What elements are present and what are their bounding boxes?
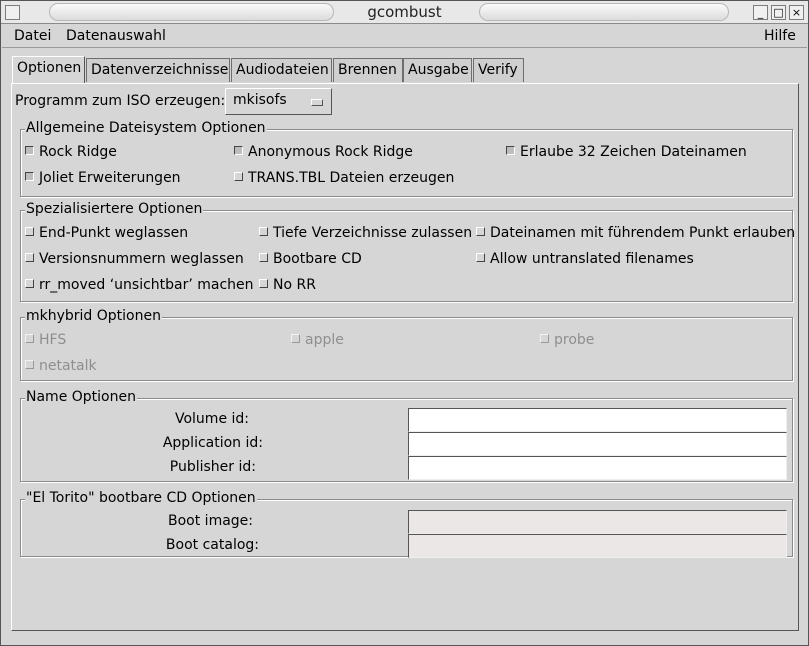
checkbox-icon bbox=[540, 334, 549, 343]
no-rr-checkbox[interactable]: No RR bbox=[259, 277, 316, 293]
tab-optionen[interactable]: Optionen bbox=[12, 56, 85, 84]
deep-directories-checkbox[interactable]: Tiefe Verzeichnisse zulassen bbox=[259, 225, 472, 241]
option-label: Allow untranslated filenames bbox=[490, 251, 694, 267]
mkhybrid-options-group: mkhybrid Optionen bbox=[20, 308, 793, 381]
title-bar[interactable]: gcombust _ □ × bbox=[1, 1, 808, 24]
maximize-icon[interactable]: □ bbox=[771, 5, 786, 20]
el-torito-options-title: "El Torito" bootbare CD Optionen bbox=[25, 490, 257, 506]
checkbox-icon bbox=[476, 253, 485, 262]
checkbox-icon bbox=[25, 227, 34, 236]
filesystem-options-title: Allgemeine Dateisystem Optionen bbox=[25, 120, 267, 136]
option-label: TRANS.TBL Dateien erzeugen bbox=[248, 170, 455, 186]
menu-datei[interactable]: Datei bbox=[14, 28, 51, 44]
rr-moved-hidden-checkbox[interactable]: rr_moved ‘unsichtbar’ machen bbox=[25, 277, 254, 293]
checkbox-icon bbox=[25, 360, 34, 369]
menu-datenauswahl[interactable]: Datenauswahl bbox=[66, 28, 166, 44]
checkbox-icon bbox=[259, 227, 268, 236]
application-window: gcombust _ □ × Datei Datenauswahl Hilfe … bbox=[0, 0, 809, 646]
checkbox-icon bbox=[259, 253, 268, 262]
tab-verify[interactable]: Verify bbox=[473, 58, 524, 82]
joliet-checkbox[interactable]: Joliet Erweiterungen bbox=[25, 170, 181, 186]
boot-catalog-input[interactable] bbox=[408, 534, 787, 558]
hfs-checkbox[interactable]: HFS bbox=[25, 332, 66, 348]
checkbox-icon bbox=[25, 253, 34, 262]
apple-checkbox[interactable]: apple bbox=[291, 332, 344, 348]
tab-ausgabe[interactable]: Ausgabe bbox=[403, 58, 472, 82]
application-id-input[interactable] bbox=[408, 432, 787, 456]
minimize-icon[interactable]: _ bbox=[753, 5, 768, 20]
menu-hilfe[interactable]: Hilfe bbox=[764, 28, 796, 44]
checkbox-icon bbox=[291, 334, 300, 343]
filesystem-options-group: Allgemeine Dateisystem Optionen bbox=[20, 120, 793, 197]
leading-dot-checkbox[interactable]: Dateinamen mit führendem Punkt erlauben bbox=[476, 225, 795, 241]
option-label: probe bbox=[554, 332, 595, 348]
trans-tbl-checkbox[interactable]: TRANS.TBL Dateien erzeugen bbox=[234, 170, 454, 186]
option-menu-indicator-icon bbox=[311, 99, 323, 106]
option-label: No RR bbox=[273, 277, 316, 293]
mkhybrid-options-title: mkhybrid Optionen bbox=[25, 308, 162, 324]
option-label: HFS bbox=[39, 332, 67, 348]
probe-checkbox[interactable]: probe bbox=[540, 332, 594, 348]
checkbox-icon bbox=[259, 279, 268, 288]
publisher-id-label: Publisher id: bbox=[169, 459, 256, 475]
option-label: rr_moved ‘unsichtbar’ machen bbox=[39, 277, 254, 293]
option-label: Tiefe Verzeichnisse zulassen bbox=[273, 225, 473, 241]
checkbox-icon bbox=[506, 146, 515, 155]
application-id-label: Application id: bbox=[162, 435, 263, 451]
specialized-options-title: Spezialisiertere Optionen bbox=[25, 201, 204, 217]
boot-image-input[interactable] bbox=[408, 510, 787, 534]
omit-version-checkbox[interactable]: Versionsnummern weglassen bbox=[25, 251, 244, 267]
option-label: netatalk bbox=[39, 358, 97, 374]
checkbox-icon bbox=[234, 172, 243, 181]
option-label: apple bbox=[305, 332, 344, 348]
end-point-checkbox[interactable]: End-Punkt weglassen bbox=[25, 225, 188, 241]
anonymous-rock-ridge-checkbox[interactable]: Anonymous Rock Ridge bbox=[234, 144, 413, 160]
rock-ridge-checkbox[interactable]: Rock Ridge bbox=[25, 144, 117, 160]
option-label: Rock Ridge bbox=[39, 144, 117, 160]
tab-audiodateien[interactable]: Audiodateien bbox=[231, 58, 332, 82]
bootable-cd-checkbox[interactable]: Bootbare CD bbox=[259, 251, 362, 267]
window-title: gcombust bbox=[367, 3, 442, 21]
option-label: Erlaube 32 Zeichen Dateinamen bbox=[520, 144, 747, 160]
option-label: Versionsnummern weglassen bbox=[39, 251, 244, 267]
32-char-filenames-checkbox[interactable]: Erlaube 32 Zeichen Dateinamen bbox=[506, 144, 747, 160]
checkbox-icon bbox=[25, 279, 34, 288]
option-label: Dateinamen mit führendem Punkt erlauben bbox=[490, 225, 796, 241]
publisher-id-input[interactable] bbox=[408, 456, 787, 480]
tab-brennen[interactable]: Brennen bbox=[333, 58, 403, 82]
name-options-title: Name Optionen bbox=[25, 389, 137, 405]
checkbox-icon bbox=[25, 334, 34, 343]
netatalk-checkbox[interactable]: netatalk bbox=[25, 358, 97, 374]
untranslated-filenames-checkbox[interactable]: Allow untranslated filenames bbox=[476, 251, 694, 267]
program-selected-value: mkisofs bbox=[233, 92, 287, 108]
menu-bar: Datei Datenauswahl Hilfe bbox=[2, 25, 807, 48]
program-label: Programm zum ISO erzeugen: bbox=[15, 93, 226, 109]
option-label: Anonymous Rock Ridge bbox=[248, 144, 413, 160]
checkbox-icon bbox=[234, 146, 243, 155]
close-icon[interactable]: × bbox=[789, 5, 804, 20]
boot-image-label: Boot image: bbox=[168, 513, 253, 529]
checkbox-icon bbox=[25, 172, 34, 181]
option-label: Bootbare CD bbox=[273, 251, 362, 267]
checkbox-icon bbox=[476, 227, 485, 236]
program-option-menu[interactable]: mkisofs bbox=[225, 88, 332, 115]
boot-catalog-label: Boot catalog: bbox=[165, 537, 259, 553]
tab-datenverzeichnisse[interactable]: Datenverzeichnisse bbox=[86, 58, 230, 82]
volume-id-input[interactable] bbox=[408, 408, 787, 432]
checkbox-icon bbox=[25, 146, 34, 155]
option-label: Joliet Erweiterungen bbox=[39, 170, 181, 186]
option-label: End-Punkt weglassen bbox=[39, 225, 189, 241]
volume-id-label: Volume id: bbox=[174, 411, 249, 427]
